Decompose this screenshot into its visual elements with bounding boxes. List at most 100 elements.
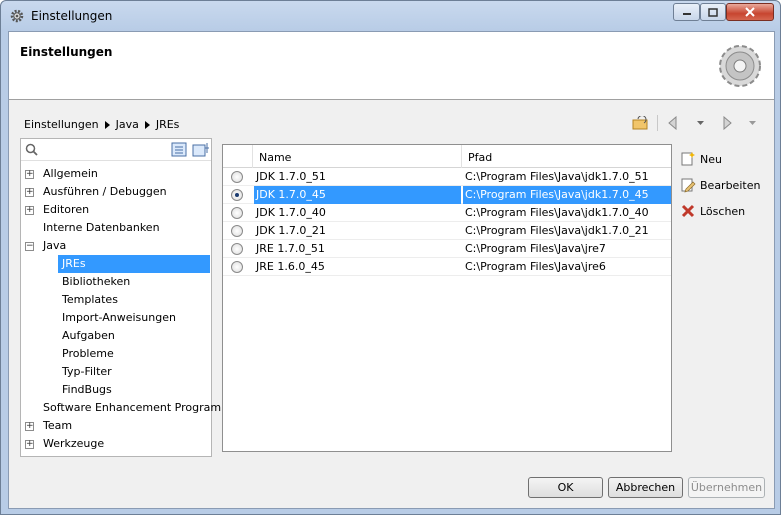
gear-icon bbox=[10, 9, 24, 23]
table-row[interactable]: JRE 1.7.0_51 C:\Program Files\Java\jre7 bbox=[223, 240, 671, 258]
delete-button-label: Löschen bbox=[700, 204, 746, 218]
tree-item-label: Java bbox=[43, 239, 67, 252]
breadcrumb: Einstellungen Java JREs bbox=[24, 118, 179, 131]
edit-icon bbox=[681, 178, 696, 193]
collapse-minus-icon[interactable]: − bbox=[25, 242, 34, 251]
table-header: Name Pfad bbox=[223, 145, 671, 168]
window-title: Einstellungen bbox=[31, 9, 113, 23]
breadcrumb-item[interactable]: Java bbox=[116, 118, 139, 131]
tree-item-probleme[interactable]: Probleme bbox=[21, 345, 211, 363]
breadcrumb-separator-icon bbox=[144, 120, 150, 129]
default-jre-radio[interactable] bbox=[231, 207, 243, 219]
filter-input[interactable] bbox=[23, 141, 163, 158]
tree-item-ausfuehren-debuggen[interactable]: + Ausführen / Debuggen bbox=[21, 183, 211, 201]
default-jre-radio[interactable] bbox=[231, 261, 243, 273]
maximize-button[interactable] bbox=[700, 3, 726, 21]
jre-name: JDK 1.7.0_45 bbox=[254, 186, 461, 204]
default-jre-radio[interactable] bbox=[231, 189, 243, 201]
tree-item-label: Editoren bbox=[43, 203, 90, 216]
back-icon[interactable] bbox=[664, 114, 684, 132]
navigation-toolbar bbox=[631, 114, 762, 132]
close-icon bbox=[745, 7, 755, 17]
jre-name: JRE 1.6.0_45 bbox=[256, 260, 325, 273]
tree-item-label: Software Enhancement Program bbox=[43, 401, 222, 414]
jre-actions: Neu Bearbeiten Löschen bbox=[680, 146, 760, 224]
tree-item-aufgaben[interactable]: Aufgaben bbox=[21, 327, 211, 345]
table-row[interactable]: JDK 1.7.0_21 C:\Program Files\Java\jdk1.… bbox=[223, 222, 671, 240]
tree-item-typ-filter[interactable]: Typ-Filter bbox=[21, 363, 211, 381]
tree-item-label: Allgemein bbox=[43, 167, 98, 180]
back-menu-chevron-down-icon[interactable] bbox=[690, 114, 710, 132]
filter-bar bbox=[21, 139, 211, 161]
forward-icon[interactable] bbox=[716, 114, 736, 132]
apply-button[interactable]: Übernehmen bbox=[688, 477, 765, 498]
tree-item-templates[interactable]: Templates bbox=[21, 291, 211, 309]
tree-item-team[interactable]: + Team bbox=[21, 417, 211, 435]
expand-plus-icon[interactable]: + bbox=[25, 188, 34, 197]
tree-item-allgemein[interactable]: + Allgemein bbox=[21, 165, 211, 183]
title-bar: Einstellungen bbox=[1, 1, 780, 31]
delete-button[interactable]: Löschen bbox=[680, 198, 760, 224]
tree-item-label: FindBugs bbox=[62, 383, 112, 396]
minimize-icon bbox=[682, 13, 691, 15]
header-banner: Einstellungen bbox=[9, 32, 774, 100]
default-jre-radio[interactable] bbox=[231, 243, 243, 255]
column-header-default[interactable] bbox=[223, 145, 253, 168]
breadcrumb-item[interactable]: JREs bbox=[156, 118, 180, 131]
default-jre-radio[interactable] bbox=[231, 171, 243, 183]
maximize-icon bbox=[708, 7, 718, 17]
new-icon bbox=[681, 152, 695, 166]
jre-path: C:\Program Files\Java\jre7 bbox=[465, 242, 606, 255]
tree-item-label: Typ-Filter bbox=[62, 365, 112, 378]
collapse-all-icon[interactable] bbox=[192, 142, 210, 158]
tree-item-bibliotheken[interactable]: Bibliotheken bbox=[21, 273, 211, 291]
column-header-name[interactable]: Name bbox=[253, 145, 462, 168]
tree-item-findbugs[interactable]: FindBugs bbox=[21, 381, 211, 399]
edit-button-label: Bearbeiten bbox=[700, 178, 761, 192]
edit-button[interactable]: Bearbeiten bbox=[680, 172, 760, 198]
tree-item-label: Werkzeuge bbox=[43, 437, 105, 450]
breadcrumb-item[interactable]: Einstellungen bbox=[24, 118, 99, 131]
gear-icon bbox=[719, 45, 761, 87]
expand-plus-icon[interactable]: + bbox=[25, 422, 34, 431]
preferences-tree: + Allgemein + Ausführen / Debuggen + Edi… bbox=[21, 165, 221, 453]
tree-item-label: Bibliotheken bbox=[62, 275, 131, 288]
preferences-window: Einstellungen Einstellungen Einstellunge… bbox=[0, 0, 781, 515]
tree-item-label: Team bbox=[43, 419, 73, 432]
tree-item-interne-datenbanken[interactable]: Interne Datenbanken bbox=[21, 219, 211, 237]
tree-item-label: Interne Datenbanken bbox=[43, 221, 160, 234]
tree-item-editoren[interactable]: + Editoren bbox=[21, 201, 211, 219]
table-row[interactable]: JDK 1.7.0_45 C:\Program Files\Java\jdk1.… bbox=[223, 186, 671, 204]
forward-menu-chevron-down-icon[interactable] bbox=[742, 114, 762, 132]
table-row[interactable]: JRE 1.6.0_45 C:\Program Files\Java\jre6 bbox=[223, 258, 671, 276]
tree-item-label: Ausführen / Debuggen bbox=[43, 185, 167, 198]
tree-item-software-enhancement-program[interactable]: Software Enhancement Program bbox=[21, 399, 221, 417]
table-row[interactable]: JDK 1.7.0_51 C:\Program Files\Java\jdk1.… bbox=[223, 168, 671, 186]
jre-name: JDK 1.7.0_40 bbox=[256, 206, 326, 219]
tree-item-import-anweisungen[interactable]: Import-Anweisungen bbox=[21, 309, 211, 327]
tree-item-label: Probleme bbox=[62, 347, 114, 360]
tree-item-jres[interactable]: JREs bbox=[21, 255, 211, 273]
cancel-button[interactable]: Abbrechen bbox=[608, 477, 683, 498]
dialog-client-area: Einstellungen Einstellungen Java JREs + … bbox=[8, 31, 775, 509]
new-button[interactable]: Neu bbox=[680, 146, 760, 172]
jre-table: Name Pfad JDK 1.7.0_51 C:\Program Files\… bbox=[222, 144, 672, 452]
column-header-path[interactable]: Pfad bbox=[462, 145, 672, 168]
toolbar-divider bbox=[657, 115, 658, 131]
ok-button[interactable]: OK bbox=[528, 477, 603, 498]
tree-item-werkzeuge[interactable]: + Werkzeuge bbox=[21, 435, 211, 453]
expand-plus-icon[interactable]: + bbox=[25, 170, 34, 179]
restore-defaults-icon[interactable] bbox=[631, 114, 651, 132]
expand-plus-icon[interactable]: + bbox=[25, 440, 34, 449]
table-row[interactable]: JDK 1.7.0_40 C:\Program Files\Java\jdk1.… bbox=[223, 204, 671, 222]
tree-item-label: Aufgaben bbox=[62, 329, 115, 342]
new-button-label: Neu bbox=[700, 152, 722, 166]
tree-item-java[interactable]: − Java bbox=[21, 237, 211, 255]
expand-plus-icon[interactable]: + bbox=[25, 206, 34, 215]
default-jre-radio[interactable] bbox=[231, 225, 243, 237]
tree-item-label: JREs bbox=[58, 255, 210, 273]
close-button[interactable] bbox=[726, 3, 774, 21]
jre-path: C:\Program Files\Java\jdk1.7.0_21 bbox=[465, 224, 649, 237]
minimize-button[interactable] bbox=[673, 3, 700, 21]
expand-all-icon[interactable] bbox=[171, 142, 189, 158]
